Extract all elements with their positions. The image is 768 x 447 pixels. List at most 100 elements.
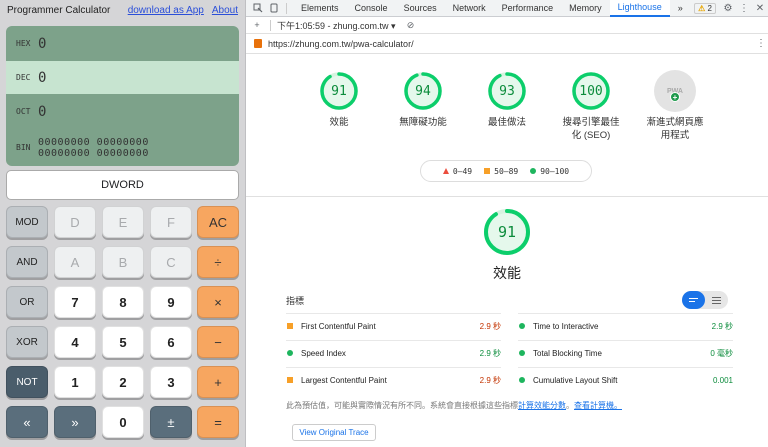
tab-sources[interactable]: Sources [396, 0, 445, 17]
key-xor[interactable]: XOR [6, 326, 48, 358]
key-4[interactable]: 4 [54, 326, 96, 358]
category-gauge[interactable]: 94 無障礙功能 [392, 70, 454, 142]
metric-row[interactable]: First Contentful Paint 2.9 秒 [286, 319, 501, 333]
metric-name: Largest Contentful Paint [301, 375, 387, 385]
key-2[interactable]: 2 [102, 366, 144, 398]
pwa-label: 漸進式網頁應用程式 [646, 117, 704, 141]
app-title: Programmer Calculator [7, 4, 111, 16]
metric-divider [286, 340, 501, 341]
category-gauge[interactable]: 93 最佳做法 [476, 70, 538, 142]
key-mod[interactable]: MOD [6, 206, 48, 238]
close-icon[interactable]: ✕ [752, 1, 768, 15]
key-f[interactable]: F [150, 206, 192, 238]
pass-circle-icon [518, 350, 525, 356]
legend-range: 50–89 [494, 166, 519, 176]
dec-row[interactable]: DEC 0 [6, 61, 239, 94]
key-b[interactable]: B [102, 246, 144, 278]
metric-row[interactable]: Cumulative Layout Shift 0.001 [518, 373, 733, 387]
inspect-icon[interactable] [250, 1, 266, 15]
report-menu-icon[interactable]: ⋮ [754, 38, 768, 49]
pass-circle-icon [518, 377, 525, 383]
key-minus[interactable]: − [197, 326, 239, 358]
legend-range: 0–49 [452, 166, 473, 176]
metric-row[interactable]: Largest Contentful Paint 2.9 秒 [286, 373, 501, 387]
key-3[interactable]: 3 [150, 366, 192, 398]
key-divide[interactable]: ÷ [197, 246, 239, 278]
about-link[interactable]: About [212, 5, 238, 16]
dec-value: 0 [38, 69, 47, 86]
settings-gear-icon[interactable]: ⚙ [720, 1, 736, 15]
key-c[interactable]: C [150, 246, 192, 278]
device-toolbar-icon[interactable] [266, 1, 282, 15]
category-gauge[interactable]: 91 效能 [308, 70, 370, 142]
key-8[interactable]: 8 [102, 286, 144, 318]
legend-square-icon [484, 168, 491, 174]
key-1[interactable]: 1 [54, 366, 96, 398]
more-options-icon[interactable]: ⋮ [736, 1, 752, 15]
key-d[interactable]: D [54, 206, 96, 238]
metric-row[interactable]: Time to Interactive 2.9 秒 [518, 319, 733, 333]
key-or[interactable]: OR [6, 286, 48, 318]
pass-circle-icon [518, 323, 525, 329]
key-multiply[interactable]: × [197, 286, 239, 318]
key-6[interactable]: 6 [150, 326, 192, 358]
metric-row[interactable]: Speed Index 2.9 秒 [286, 346, 501, 360]
key-shift-left[interactable]: « [6, 406, 48, 438]
tab-performance[interactable]: Performance [494, 0, 562, 17]
key-plus[interactable]: + [197, 366, 239, 398]
tab-memory[interactable]: Memory [561, 0, 610, 17]
key-shift-right[interactable]: » [54, 406, 96, 438]
oct-row[interactable]: OCT 0 [6, 94, 239, 129]
report-url[interactable]: https://zhung.com.tw/pwa-calculator/ [268, 39, 414, 49]
clear-block-icon[interactable]: ⊘ [404, 20, 418, 31]
legend-item: 90–100 [530, 167, 569, 176]
hex-value: 0 [38, 35, 47, 52]
metric-row[interactable]: Total Blocking Time 0 毫秒 [518, 346, 733, 360]
key-e[interactable]: E [102, 206, 144, 238]
hex-row[interactable]: HEX 0 [6, 26, 239, 61]
key-9[interactable]: 9 [150, 286, 192, 318]
key-a[interactable]: A [54, 246, 96, 278]
bin-row[interactable]: BIN 00000000 00000000 00000000 00000000 [6, 129, 239, 166]
calculator-app: Programmer Calculator download as App Ab… [0, 0, 246, 447]
expanded-view-icon[interactable] [705, 291, 728, 309]
key-equals[interactable]: = [197, 406, 239, 438]
calc-perf-link[interactable]: 計算效能分數 [518, 401, 566, 410]
pass-circle-icon [286, 350, 293, 356]
gauge-label: 搜尋引擎最佳化 (SEO) [562, 117, 620, 141]
warning-icon: ⚠ [698, 3, 706, 13]
legend-item: 0–49 [442, 166, 473, 176]
score-legend: 0–49 50–89 90–100 [420, 160, 592, 182]
legend-item: 50–89 [484, 167, 518, 176]
key-5[interactable]: 5 [102, 326, 144, 358]
report-selector[interactable]: 下午1:05:59 - zhung.com.tw ▾ [277, 19, 396, 32]
download-link[interactable]: download as App [128, 5, 204, 16]
new-report-plus-icon[interactable]: + [250, 20, 264, 30]
metric-value: 2.9 秒 [479, 375, 501, 385]
tab-lighthouse[interactable]: Lighthouse [609, 0, 670, 17]
key-negate[interactable]: ± [150, 406, 192, 438]
tab-elements[interactable]: Elements [293, 0, 347, 17]
key-ac[interactable]: AC [197, 206, 239, 238]
performance-gauge: 91 [483, 208, 531, 256]
category-gauge[interactable]: 100 搜尋引擎最佳化 (SEO) [560, 70, 622, 142]
pwa-gauge[interactable]: PWA + 漸進式網頁應用程式 [644, 70, 706, 142]
view-calculator-link[interactable]: 查看計算機。 [574, 401, 622, 410]
metrics-view-toggle[interactable] [682, 291, 728, 309]
compact-view-icon[interactable] [682, 291, 705, 309]
tab-console[interactable]: Console [347, 0, 396, 17]
key-0[interactable]: 0 [102, 406, 144, 438]
tab-network[interactable]: Network [445, 0, 494, 17]
key-and[interactable]: AND [6, 246, 48, 278]
view-trace-button[interactable]: View Original Trace [292, 424, 376, 441]
metric-name: Total Blocking Time [533, 348, 602, 358]
warning-badge[interactable]: ⚠ 2 [694, 2, 716, 14]
word-size-button[interactable]: DWORD [6, 170, 239, 200]
metric-value: 2.9 秒 [479, 321, 501, 331]
key-7[interactable]: 7 [54, 286, 96, 318]
lighthouse-toolbar: + 下午1:05:59 - zhung.com.tw ▾ ⊘ [246, 17, 768, 34]
more-tabs-button[interactable]: » [670, 0, 691, 17]
average-square-icon [286, 377, 293, 383]
tab-list: Elements Console Sources Network Performance… [293, 0, 670, 17]
key-not[interactable]: NOT [6, 366, 48, 398]
